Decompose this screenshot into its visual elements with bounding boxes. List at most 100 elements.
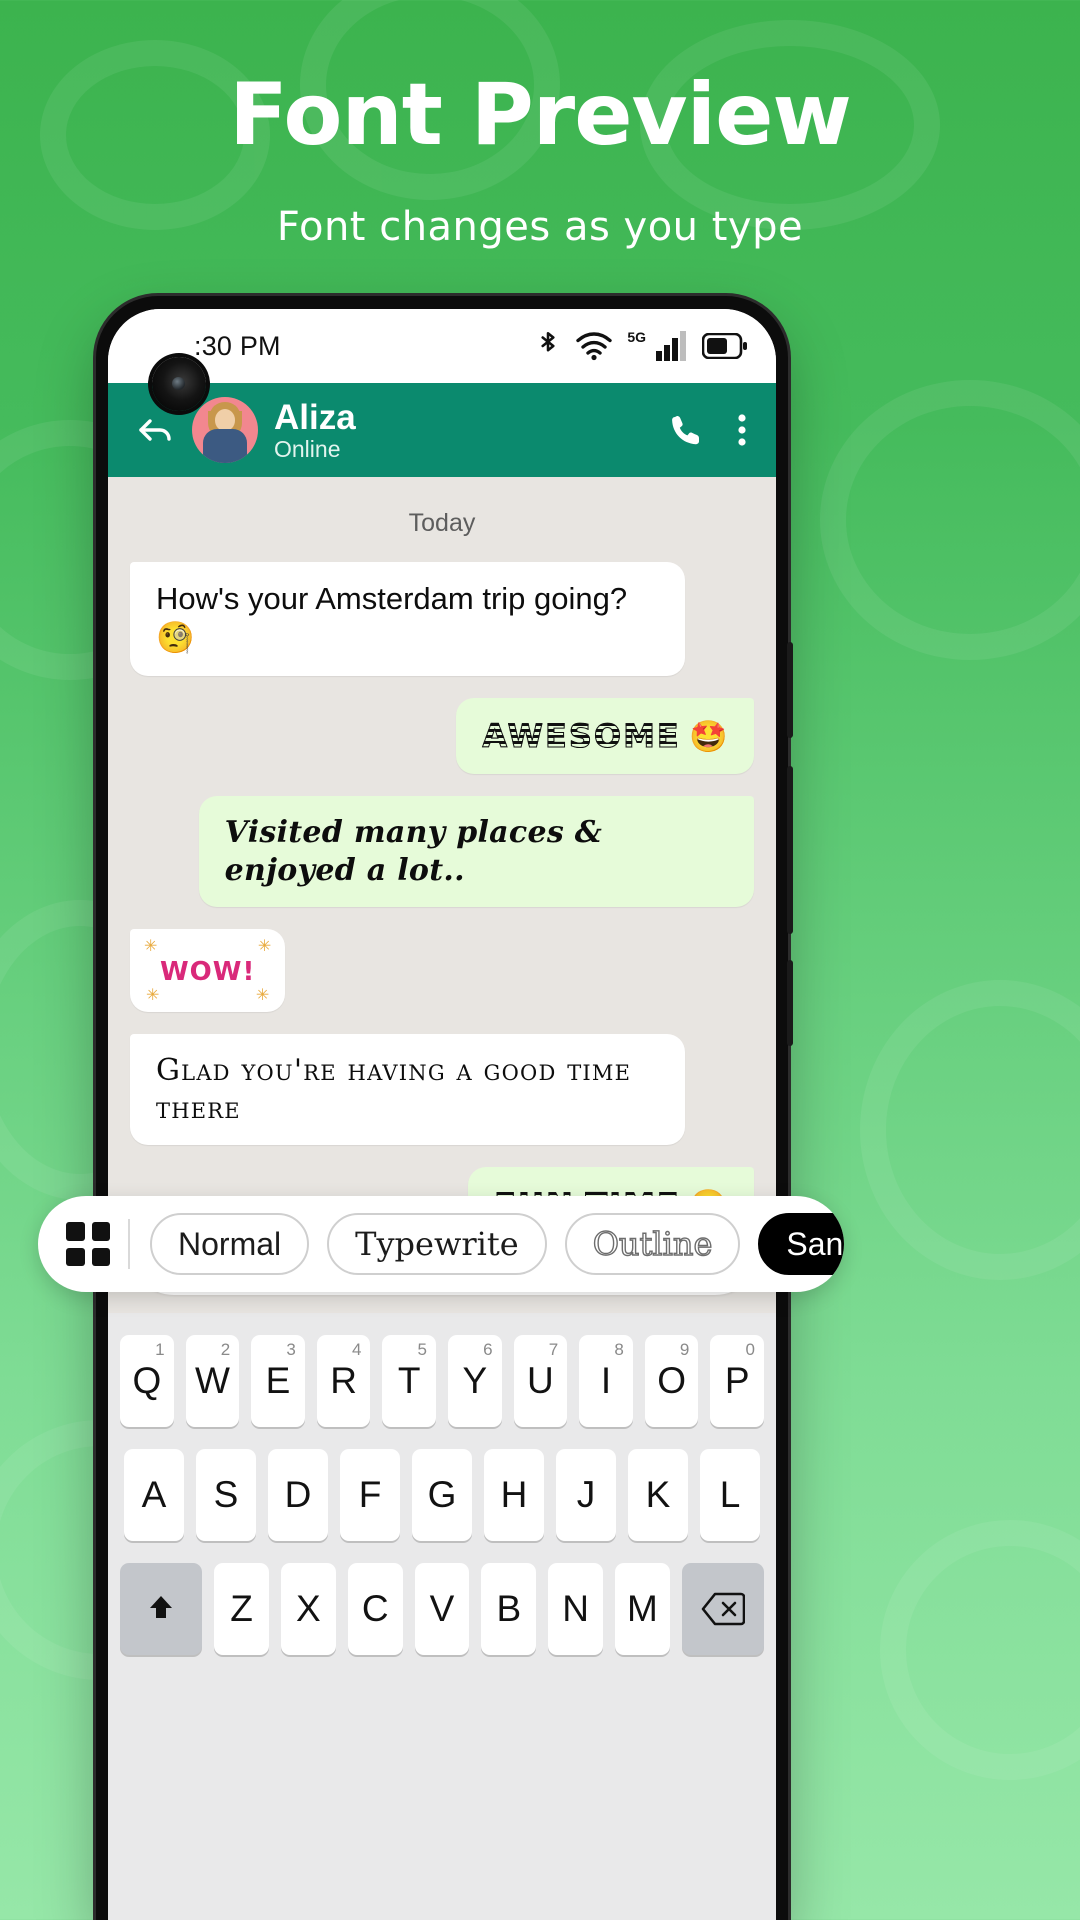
key-number: 5 xyxy=(417,1340,427,1359)
key-t[interactable]: 5T xyxy=(382,1335,436,1427)
key-number: 2 xyxy=(220,1340,231,1359)
key-b[interactable]: B xyxy=(481,1563,537,1655)
phone-side-button-volume-up xyxy=(787,642,793,738)
key-letter: Q xyxy=(132,1360,162,1401)
key-y[interactable]: 6Y xyxy=(448,1335,502,1427)
font-picker-bar[interactable]: Normal Typewrite Outline Sans Serif Sans… xyxy=(38,1196,844,1292)
key-r[interactable]: 4R xyxy=(316,1335,371,1427)
font-chip-sans-serif[interactable]: Sans Serif xyxy=(758,1213,844,1275)
key-number: 4 xyxy=(351,1340,362,1359)
message-bubble-incoming[interactable]: Glad you're having a good time there xyxy=(130,1034,686,1145)
grid-apps-icon[interactable] xyxy=(66,1222,110,1266)
key-letter: Y xyxy=(462,1360,488,1401)
key-f[interactable]: F xyxy=(340,1449,400,1541)
backspace-icon[interactable] xyxy=(681,1563,764,1655)
phone-call-icon[interactable] xyxy=(666,410,706,450)
key-number: 8 xyxy=(614,1340,624,1359)
key-number: 6 xyxy=(483,1340,493,1359)
key-g[interactable]: G xyxy=(412,1449,472,1541)
key-letter: F xyxy=(358,1474,382,1515)
message-row-m5: Glad you're having a good time there xyxy=(130,1034,754,1145)
shift-up-icon[interactable] xyxy=(120,1563,203,1655)
keyboard-row-3: Z X C V B N M xyxy=(120,1563,764,1655)
key-q[interactable]: 1Q xyxy=(120,1335,174,1427)
key-m[interactable]: M xyxy=(614,1563,670,1655)
key-e[interactable]: 3E xyxy=(251,1335,305,1427)
status-bar-time: :30 PM xyxy=(194,330,281,361)
status-bar: :30 PM 5G xyxy=(108,309,776,383)
key-j[interactable]: J xyxy=(556,1449,616,1541)
key-letter: D xyxy=(284,1474,312,1515)
battery-icon xyxy=(702,333,748,359)
page-subtitle: Font changes as you type xyxy=(276,203,804,250)
key-letter: R xyxy=(330,1360,357,1401)
key-v[interactable]: V xyxy=(414,1563,470,1655)
font-chip-outline[interactable]: Outline xyxy=(564,1213,741,1275)
key-l[interactable]: L xyxy=(700,1449,760,1541)
key-letter: I xyxy=(600,1360,612,1401)
message-row-m4: ✳ ✳ ✳ ✳ WOW! xyxy=(130,929,754,1012)
page-title: Font Preview xyxy=(229,65,852,165)
key-w[interactable]: 2W xyxy=(185,1335,240,1427)
key-letter: J xyxy=(576,1474,596,1515)
key-n[interactable]: N xyxy=(548,1563,603,1655)
front-camera-punch-hole xyxy=(152,357,206,411)
contact-name: Aliza xyxy=(274,397,356,437)
message-bubble-outgoing[interactable]: AWESOME 🤩 xyxy=(456,697,754,775)
key-a[interactable]: A xyxy=(124,1449,184,1541)
key-x[interactable]: X xyxy=(281,1563,336,1655)
keyboard-row-1: 1Q 2W 3E 4R 5T 6Y 7U 8I 9O 0P xyxy=(120,1335,764,1427)
sparkle-icon: ✳ xyxy=(255,987,270,1004)
divider xyxy=(128,1219,130,1269)
key-letter: O xyxy=(657,1360,686,1401)
overflow-menu-icon[interactable] xyxy=(736,410,748,450)
key-u[interactable]: 7U xyxy=(513,1335,568,1427)
key-z[interactable]: Z xyxy=(214,1563,269,1655)
key-letter: S xyxy=(213,1474,239,1515)
chat-header: Aliza Online xyxy=(108,383,776,477)
on-screen-keyboard[interactable]: 1Q 2W 3E 4R 5T 6Y 7U 8I 9O 0P A S D F G … xyxy=(108,1313,776,1920)
chat-message-list[interactable]: Today How's your Amsterdam trip going? 🧐… xyxy=(108,477,776,1203)
key-number: 9 xyxy=(679,1340,690,1359)
key-letter: B xyxy=(496,1588,522,1629)
key-p[interactable]: 0P xyxy=(710,1335,764,1427)
key-i[interactable]: 8I xyxy=(579,1335,633,1427)
status-bar-icons: 5G xyxy=(535,329,748,363)
phone-mockup: :30 PM 5G Aliza Online Today How's your … xyxy=(96,296,793,1920)
bluetooth-icon xyxy=(535,329,561,363)
font-chip-normal[interactable]: Normal xyxy=(150,1213,310,1275)
wifi-icon xyxy=(575,331,613,361)
font-chip-typewrite[interactable]: Typewrite xyxy=(327,1213,547,1275)
key-letter: W xyxy=(194,1360,230,1401)
key-d[interactable]: D xyxy=(268,1449,328,1541)
key-letter: X xyxy=(296,1588,321,1629)
back-arrow-icon[interactable] xyxy=(134,409,176,451)
message-text: Visited many places & enjoyed a lot.. xyxy=(224,815,603,888)
key-o[interactable]: 9O xyxy=(644,1335,699,1427)
key-s[interactable]: S xyxy=(196,1449,256,1541)
key-letter: N xyxy=(562,1588,589,1629)
message-emoji: 🧐 xyxy=(156,619,195,655)
key-letter: L xyxy=(719,1474,741,1515)
message-bubble-outgoing[interactable]: Visited many places & enjoyed a lot.. xyxy=(198,796,754,908)
message-text: WOW! xyxy=(160,957,256,988)
key-h[interactable]: H xyxy=(484,1449,544,1541)
message-bubble-incoming[interactable]: How's your Amsterdam trip going? 🧐 xyxy=(130,562,686,676)
key-number: 0 xyxy=(745,1340,755,1359)
sparkle-icon: ✳ xyxy=(146,987,160,1004)
key-letter: A xyxy=(141,1474,167,1515)
contact-info: Aliza Online xyxy=(274,398,356,463)
key-number: 7 xyxy=(548,1340,559,1359)
key-k[interactable]: K xyxy=(628,1449,688,1541)
avatar[interactable] xyxy=(192,397,258,463)
day-divider: Today xyxy=(408,509,476,537)
sparkle-icon: ✳ xyxy=(257,938,272,956)
message-sticker[interactable]: ✳ ✳ ✳ ✳ WOW! xyxy=(130,929,286,1012)
key-letter: E xyxy=(265,1360,291,1401)
message-row-m1: How's your Amsterdam trip going? 🧐 xyxy=(130,562,754,676)
5g-label: 5G xyxy=(627,329,646,345)
phone-screen: :30 PM 5G Aliza Online Today How's your … xyxy=(108,309,776,1920)
key-c[interactable]: C xyxy=(347,1563,403,1655)
key-letter: Z xyxy=(230,1588,253,1629)
header-actions xyxy=(666,410,752,450)
